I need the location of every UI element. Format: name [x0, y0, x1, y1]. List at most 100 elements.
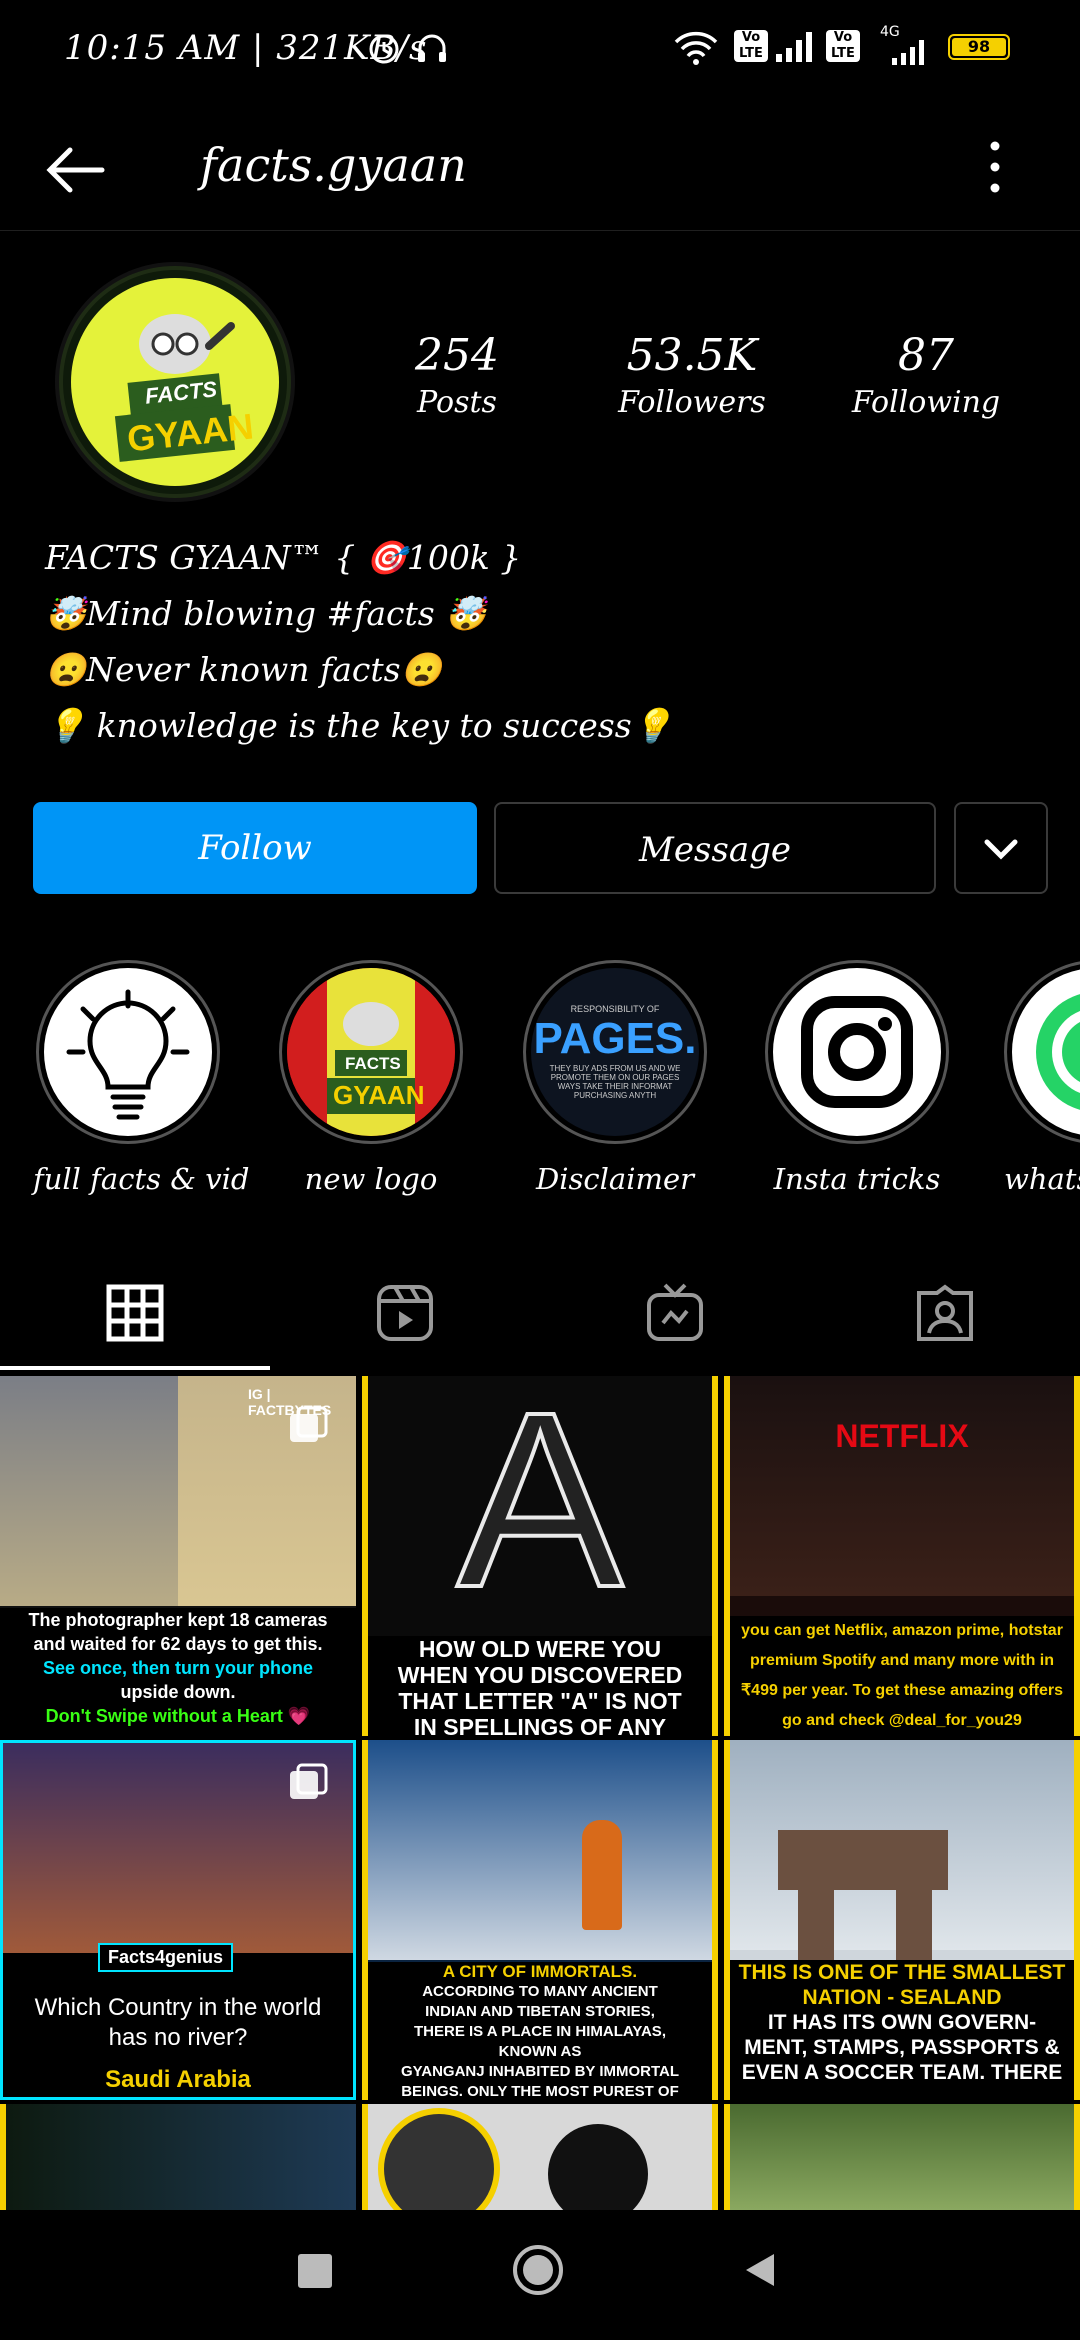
- post-image: [548, 2124, 648, 2210]
- profile-avatar[interactable]: FACTS GYAAN: [55, 262, 295, 502]
- highlight-label: Disclaimer: [535, 1162, 694, 1196]
- back-arrow-icon[interactable]: [40, 140, 110, 200]
- tagged-icon: [917, 1284, 973, 1341]
- highlight-art-text: THEY BUY ADS FROM US AND WE: [549, 1064, 681, 1073]
- highlight-art-text: RESPONSIBILITY OF: [570, 1004, 660, 1014]
- followers-count: 53.5K: [626, 330, 758, 381]
- post-caption-line: and waited for 62 days to get this.: [33, 1634, 323, 1654]
- grid-icon: [106, 1284, 164, 1341]
- post-caption-line: A CITY OF IMMORTALS.: [442, 1962, 638, 1981]
- post-image: [730, 1376, 1074, 1596]
- carousel-icon: [288, 1406, 328, 1446]
- grid-post[interactable]: [362, 2104, 718, 2210]
- post-image: [368, 1740, 712, 1960]
- message-button[interactable]: Message: [494, 802, 936, 894]
- profile-header: facts.gyaan: [0, 110, 1080, 231]
- igtv-icon: [647, 1283, 703, 1341]
- highlight-label: whatsA: [1004, 1162, 1080, 1196]
- battery-icon: 98: [948, 34, 1010, 60]
- tab-tagged[interactable]: [810, 1255, 1080, 1370]
- post-image: [378, 2108, 500, 2210]
- followers-label: Followers: [618, 385, 766, 420]
- post-caption-line: THIS IS ONE OF THE SMALLEST: [738, 1961, 1066, 1984]
- highlight-new-logo[interactable]: FACTS GYAAN new logo: [276, 960, 466, 1196]
- whatsapp-icon: [1012, 968, 1080, 1136]
- highlight-full-facts[interactable]: full facts & vid: [33, 960, 250, 1196]
- signal-icon: [774, 30, 816, 68]
- post-caption-line: The photographer kept 18 cameras: [28, 1610, 328, 1630]
- tab-igtv[interactable]: [540, 1255, 810, 1370]
- suggested-accounts-button[interactable]: [954, 802, 1048, 894]
- grid-post[interactable]: THIS IS ONE OF THE SMALLEST NATION - SEA…: [724, 1740, 1080, 2100]
- grid-post[interactable]: [0, 2104, 356, 2210]
- back-triangle-icon[interactable]: [740, 2250, 780, 2290]
- posts-count: 254: [415, 330, 499, 381]
- following-stat[interactable]: 87 Following: [826, 330, 1026, 420]
- sealand-pillar: [896, 1890, 932, 1960]
- post-tag: Facts4genius: [98, 1943, 234, 1972]
- grid-post[interactable]: NETFLIX you can get Netflix, amazon prim…: [724, 1376, 1080, 1736]
- posts-stat[interactable]: 254 Posts: [357, 330, 557, 420]
- wifi-icon: [672, 30, 720, 70]
- highlight-art-text: GYAAN: [333, 1080, 425, 1110]
- highlight-disclaimer[interactable]: RESPONSIBILITY OF PAGES. THEY BUY ADS FR…: [520, 960, 710, 1196]
- home-circle-icon[interactable]: [512, 2244, 564, 2296]
- highlight-label: Insta tricks: [773, 1162, 941, 1196]
- grid-post[interactable]: [724, 2104, 1080, 2210]
- highlight-insta-tricks[interactable]: Insta tricks: [762, 960, 952, 1196]
- bio-line: 💡 knowledge is the key to success💡: [45, 706, 673, 745]
- highlight-art-text: PROMOTE THEM ON OUR PAGES: [550, 1073, 680, 1082]
- highlight-ring: [765, 960, 949, 1144]
- following-count: 87: [898, 330, 954, 381]
- post-caption-line: BEINGS. ONLY THE MOST PUREST OF: [401, 2083, 679, 2100]
- bio-line: 😦Never known facts😦: [45, 650, 442, 689]
- post-caption-line: go and check @deal_for_you29: [782, 1712, 1022, 1729]
- grid-post[interactable]: Facts4genius Which Country in the world …: [0, 1740, 356, 2100]
- recents-square-icon[interactable]: [298, 2254, 332, 2288]
- tab-reels[interactable]: [270, 1255, 540, 1370]
- sealand-platform: [778, 1830, 948, 1890]
- grid-post[interactable]: A CITY OF IMMORTALS. ACCORDING TO MANY A…: [362, 1740, 718, 2100]
- post-caption-line: NATION - SEALAND: [802, 1986, 1002, 2009]
- grid-post[interactable]: A HOW OLD WERE YOU WHEN YOU DISCOVERED T…: [362, 1376, 718, 1736]
- post-caption-line: IT HAS ITS OWN GOVERN-: [767, 2011, 1037, 2034]
- post-caption-line: upside down.: [120, 1682, 236, 1702]
- follow-button[interactable]: Follow: [33, 802, 477, 894]
- post-caption-line: Which Country in the world: [34, 1994, 322, 2021]
- post-caption-line: you can get Netflix, amazon prime, hotst…: [741, 1622, 1063, 1639]
- active-tab-indicator: [0, 1366, 270, 1370]
- highlight-label: full facts & vid: [33, 1162, 250, 1196]
- signal-icon: [880, 38, 934, 70]
- headphones-icon: [414, 30, 450, 70]
- tab-posts-grid[interactable]: [0, 1255, 270, 1370]
- battery-level: 98: [952, 38, 1006, 56]
- monk-figure: [582, 1820, 622, 1930]
- post-big-letter: A: [455, 1376, 626, 1641]
- profile-bio: FACTS GYAAN™ { 🎯100k } 🤯Mind blowing #fa…: [45, 530, 1035, 754]
- sealand-pillar: [798, 1890, 834, 1960]
- following-label: Following: [851, 385, 1001, 420]
- system-nav-bar: [0, 2210, 1080, 2340]
- post-caption-line: See once, then turn your phone: [42, 1658, 314, 1678]
- alarm-icon: [366, 30, 402, 70]
- post-caption-line: has no river?: [108, 2024, 248, 2051]
- carousel-icon: [288, 1763, 328, 1803]
- post-caption-line: premium Spotify and many more with in: [749, 1652, 1055, 1669]
- post-caption-line: ACCORDING TO MANY ANCIENT: [422, 1983, 658, 2000]
- reels-icon: [377, 1284, 433, 1341]
- volte-badge: Vo LTE: [826, 30, 860, 62]
- more-options-icon[interactable]: [975, 132, 1015, 202]
- post-caption-line: KNOWN AS: [498, 2043, 582, 2060]
- bio-line: 🤯Mind blowing #facts 🤯: [45, 594, 487, 633]
- bio-line: FACTS GYAAN™ { 🎯100k }: [45, 538, 522, 577]
- status-bar: 10:15 AM | 321KB/s Vo LTE Vo LTE 4G 98: [0, 0, 1080, 100]
- grid-post[interactable]: IG | FACTBYTES The photographer kept 18 …: [0, 1376, 356, 1736]
- followers-stat[interactable]: 53.5K Followers: [592, 330, 792, 420]
- highlight-ring: FACTS GYAAN: [279, 960, 463, 1144]
- highlight-art-text: FACTS: [345, 1054, 401, 1073]
- post-brand: NETFLIX: [835, 1418, 969, 1454]
- post-caption-line: IN SPELLINGS OF ANY: [413, 1714, 667, 1736]
- highlight-whatsapp[interactable]: whatsA: [1004, 960, 1080, 1196]
- post-caption-line: WHEN YOU DISCOVERED: [397, 1662, 683, 1688]
- post-caption-line: THAT LETTER "A" IS NOT: [398, 1688, 682, 1714]
